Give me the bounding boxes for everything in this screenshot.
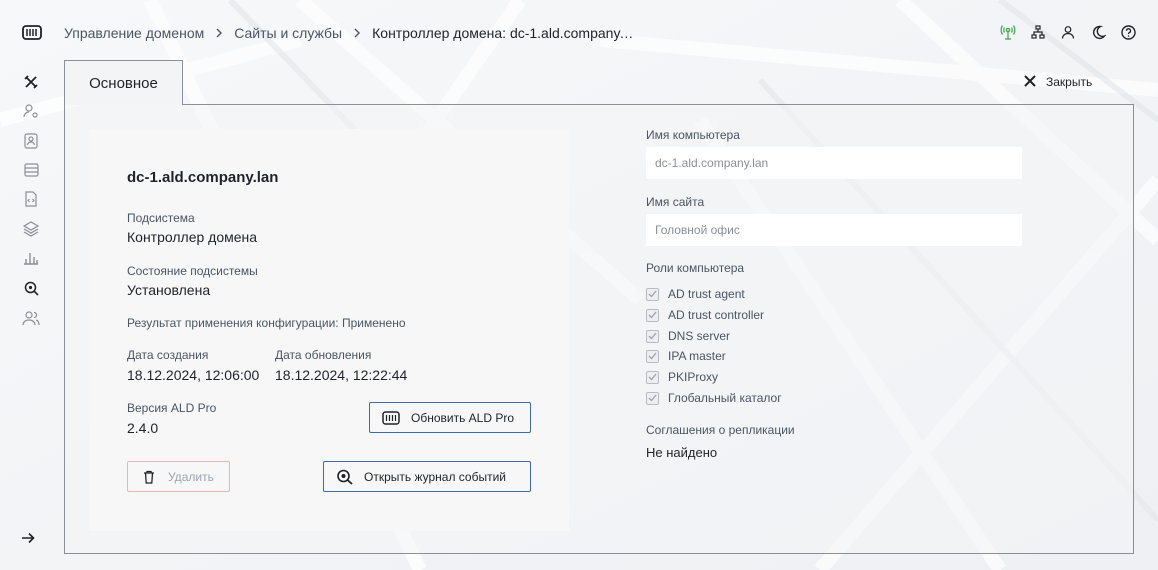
role-pkiproxy[interactable]: PKIProxy <box>646 368 718 386</box>
version-value: 2.4.0 <box>127 420 159 436</box>
open-event-log-button[interactable]: Открыть журнал событий <box>323 461 531 492</box>
state-label: Состояние подсистемы <box>127 264 258 278</box>
chevron-right-icon <box>204 28 234 38</box>
help-icon[interactable] <box>1120 24 1136 40</box>
trash-icon <box>140 469 158 485</box>
close-button[interactable]: Закрыть <box>1024 72 1092 92</box>
role-ad-trust-controller[interactable]: AD trust controller <box>646 306 764 324</box>
top-actions <box>1000 24 1136 40</box>
role-label: Глобальный каталог <box>668 391 782 405</box>
breadcrumb-domain-management[interactable]: Управление доменом <box>64 25 204 41</box>
search-icon[interactable] <box>20 278 42 298</box>
site-name-label: Имя сайта <box>646 195 705 209</box>
open-event-log-label: Открыть журнал событий <box>364 469 507 484</box>
checkbox-checked-icon[interactable] <box>646 349 659 363</box>
tools-icon[interactable] <box>20 72 42 92</box>
replication-label: Соглашения о репликации <box>646 423 795 437</box>
state-value: Установлена <box>127 282 211 298</box>
role-dns-server[interactable]: DNS server <box>646 327 730 345</box>
user-settings-icon[interactable] <box>20 101 42 121</box>
bar-chart-icon[interactable] <box>20 248 42 268</box>
replication-value: Не найдено <box>646 445 718 460</box>
content-panel: dc-1.ald.company.lan Подсистема Контролл… <box>64 104 1134 554</box>
moon-icon[interactable] <box>1090 24 1106 40</box>
top-bar: Управление доменом Сайты и службы Контро… <box>0 0 1158 64</box>
role-label: DNS server <box>668 329 731 343</box>
ald-logo-icon[interactable] <box>22 24 42 42</box>
ald-logo-icon <box>382 410 400 426</box>
breadcrumb-domain-controller: Контроллер домена: dc-1.ald.company.lan <box>372 25 635 41</box>
network-icon[interactable] <box>1030 24 1046 40</box>
role-label: IPA master <box>668 349 726 363</box>
subsystem-label: Подсистема <box>127 211 195 225</box>
computer-roles-label: Роли компьютера <box>646 261 745 275</box>
delete-button[interactable]: Удалить <box>127 461 230 492</box>
updated-label: Дата обновления <box>275 348 372 362</box>
role-label: AD trust agent <box>668 287 745 301</box>
update-ald-pro-button[interactable]: Обновить ALD Pro <box>369 402 531 433</box>
checkbox-checked-icon[interactable] <box>646 329 659 343</box>
role-global-catalog[interactable]: Глобальный каталог <box>646 389 782 407</box>
layers-icon[interactable] <box>20 219 42 239</box>
role-label: AD trust controller <box>668 308 765 322</box>
user-icon[interactable] <box>1060 24 1076 40</box>
breadcrumb: Управление доменом Сайты и службы Контро… <box>64 24 634 42</box>
role-ipa-master[interactable]: IPA master <box>646 347 726 365</box>
computer-name-field[interactable]: dc-1.ald.company.lan <box>646 147 1022 179</box>
subsystem-value: Контроллер домена <box>127 229 258 245</box>
hostname-title: dc-1.ald.company.lan <box>127 169 279 186</box>
computer-name-label: Имя компьютера <box>646 128 740 142</box>
created-label: Дата создания <box>127 348 209 362</box>
created-value: 18.12.2024, 12:06:00 <box>127 367 260 383</box>
antenna-icon[interactable] <box>1000 24 1016 40</box>
checkbox-checked-icon[interactable] <box>646 370 659 384</box>
update-ald-pro-label: Обновить ALD Pro <box>411 410 515 425</box>
server-icon[interactable] <box>20 160 42 180</box>
users-icon[interactable] <box>20 308 42 328</box>
close-icon <box>1024 74 1036 90</box>
delete-label: Удалить <box>168 469 214 484</box>
summary-card: dc-1.ald.company.lan Подсистема Контролл… <box>89 129 569 531</box>
role-ad-trust-agent[interactable]: AD trust agent <box>646 285 745 303</box>
role-label: PKIProxy <box>668 370 719 384</box>
updated-value: 18.12.2024, 12:22:44 <box>275 367 408 383</box>
checkbox-checked-icon[interactable] <box>646 287 659 301</box>
checkbox-checked-icon[interactable] <box>646 391 659 405</box>
site-name-field[interactable]: Головной офис <box>646 214 1022 246</box>
chevron-right-icon <box>342 28 372 38</box>
config-result: Результат применения конфигурации: Приме… <box>127 316 406 330</box>
search-log-icon <box>336 469 354 485</box>
breadcrumb-sites-services[interactable]: Сайты и службы <box>234 25 342 41</box>
version-label: Версия ALD Pro <box>127 401 217 415</box>
code-file-icon[interactable] <box>20 189 42 209</box>
checkbox-checked-icon[interactable] <box>646 308 659 322</box>
badge-icon[interactable] <box>20 131 42 151</box>
expand-sidebar-icon[interactable] <box>20 530 40 548</box>
close-label: Закрыть <box>1046 75 1093 89</box>
tab-main[interactable]: Основное <box>64 60 183 105</box>
